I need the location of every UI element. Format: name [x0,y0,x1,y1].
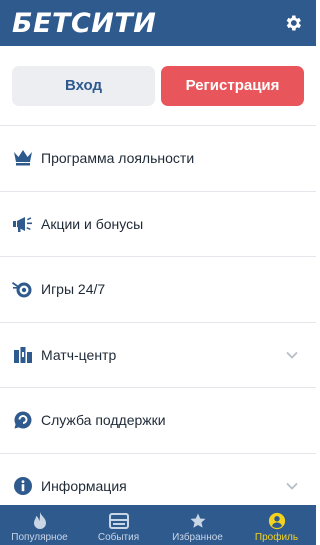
login-button[interactable]: Вход [12,65,155,106]
chevron-down-icon[interactable] [284,478,300,494]
info-icon [12,475,34,497]
profile-menu: Программа лояльности Акции и бонусы Игры… [0,126,316,519]
app-header: БЕТСИТИ [0,0,316,46]
tab-popular[interactable]: Популярное [0,505,79,545]
menu-item-label: Акции и бонусы [41,215,144,232]
menu-item-label: Служба поддержки [41,412,166,429]
stats-icon [12,344,34,366]
tab-events[interactable]: События [79,505,158,545]
register-button[interactable]: Регистрация [161,65,304,106]
chat-bubble-icon [12,409,34,431]
tab-favorites[interactable]: Избранное [158,505,237,545]
star-icon [188,512,208,530]
user-icon [267,512,287,530]
auth-section: Вход Регистрация [0,46,316,126]
menu-item-promotions[interactable]: Акции и бонусы [0,192,316,257]
menu-item-games[interactable]: Игры 24/7 [0,257,316,323]
menu-item-label: Матч-центр [41,346,117,363]
menu-item-loyalty[interactable]: Программа лояльности [0,126,316,192]
flame-icon [30,512,50,530]
brand-logo: БЕТСИТИ [12,7,157,39]
tab-label: Избранное [172,532,223,543]
menu-item-label: Игры 24/7 [41,281,106,298]
menu-item-label: Информация [41,477,127,494]
gear-icon[interactable] [282,12,304,34]
chevron-down-icon[interactable] [284,347,300,363]
menu-item-support[interactable]: Служба поддержки [0,388,316,454]
tab-label: Популярное [11,532,68,543]
megaphone-icon [12,213,34,235]
crown-icon [12,147,34,169]
tab-label: Профиль [254,532,299,543]
events-icon [108,512,129,530]
game-target-icon [12,278,34,300]
menu-item-label: Программа лояльности [41,150,195,167]
tab-label: События [97,532,140,543]
menu-item-match-center[interactable]: Матч-центр [0,323,316,388]
tab-profile[interactable]: Профиль [237,505,316,545]
bottom-tab-bar: Популярное События Избранное Профиль [0,505,316,545]
